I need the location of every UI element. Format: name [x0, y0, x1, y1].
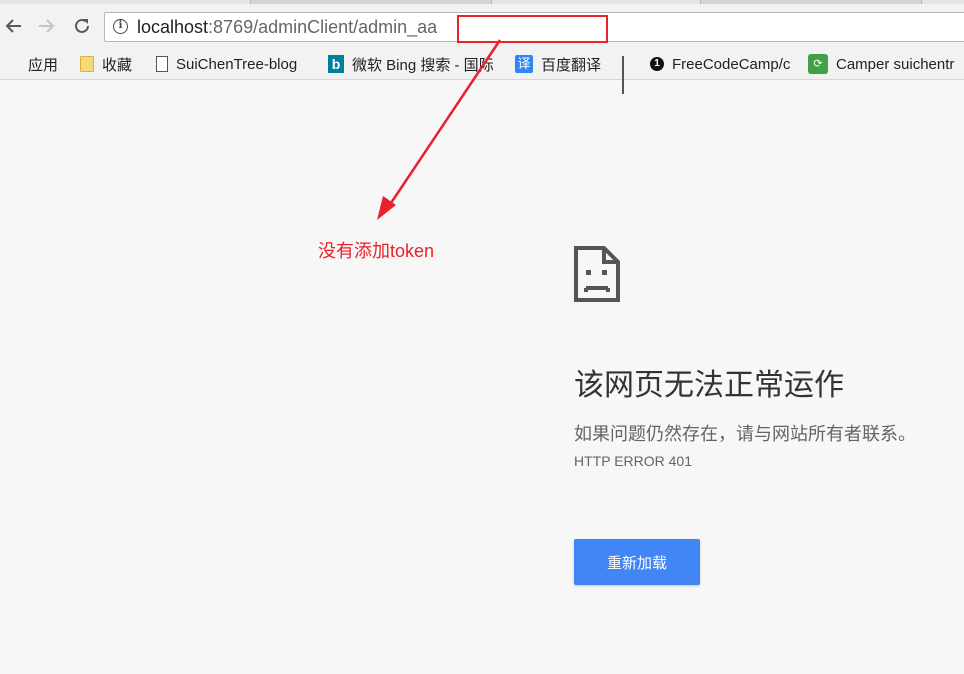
error-description: 如果问题仍然存在，请与网站所有者联系。	[574, 424, 916, 445]
error-title: 该网页无法正常运作	[574, 368, 844, 403]
annotation-arrow	[377, 39, 502, 220]
annotation-text: 没有添加token	[318, 237, 434, 263]
reload-button[interactable]: 重新加载	[574, 539, 700, 585]
sad-page-icon	[574, 246, 620, 302]
arrow-line	[383, 39, 502, 213]
annotation-token: token	[390, 241, 435, 261]
error-code: HTTP ERROR 401	[574, 453, 692, 469]
annotation-cn: 没有添加	[318, 241, 390, 262]
